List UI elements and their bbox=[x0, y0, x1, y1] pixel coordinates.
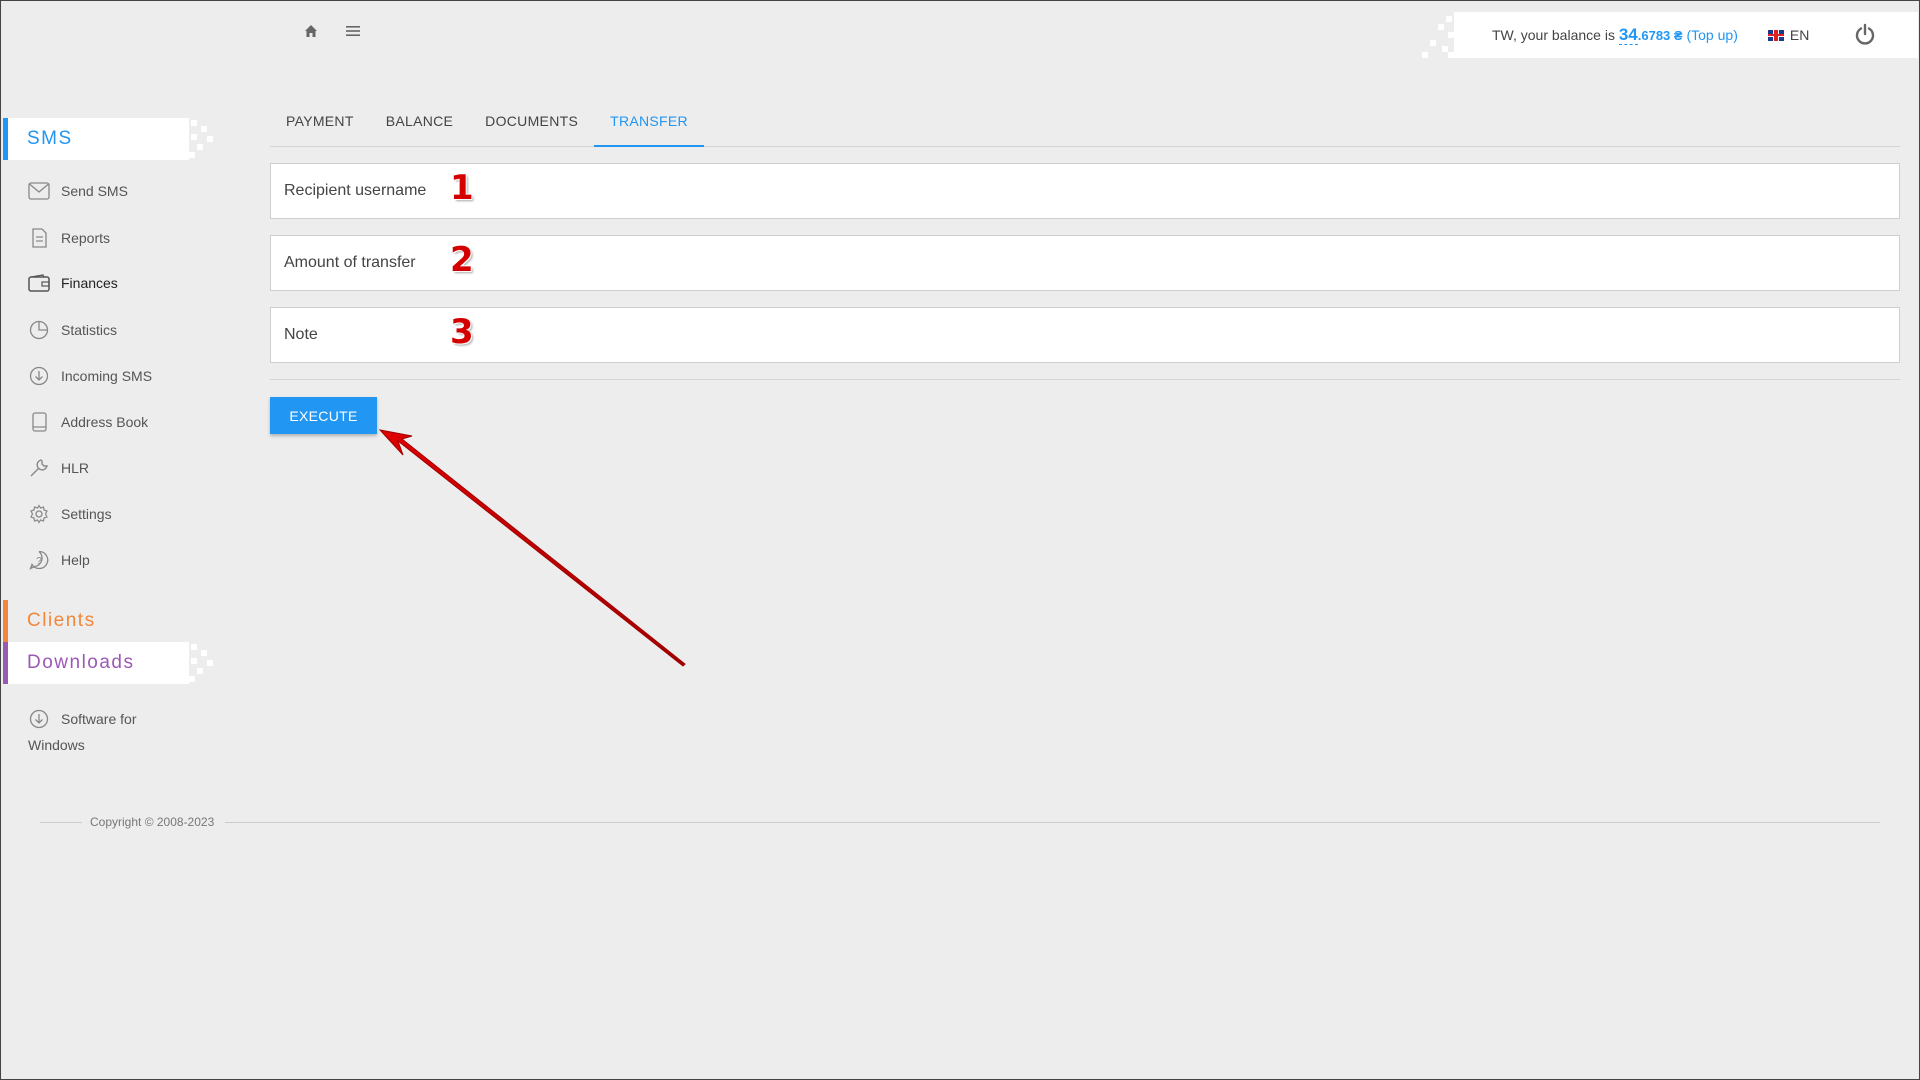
sidebar-item-help[interactable]: ? Help bbox=[28, 550, 90, 570]
note-label: Note bbox=[284, 326, 318, 343]
copyright-text: Copyright © 2008-2023 bbox=[90, 815, 215, 829]
recipient-username-input[interactable] bbox=[454, 164, 1899, 218]
language-selector[interactable]: EN bbox=[1767, 27, 1810, 43]
envelope-icon bbox=[28, 182, 50, 200]
note-input[interactable] bbox=[454, 308, 1899, 362]
sidebar-item-label: Incoming SMS bbox=[61, 368, 153, 384]
window-frame bbox=[0, 0, 1920, 1080]
section-stripe bbox=[3, 600, 8, 642]
section-label: Clients bbox=[27, 610, 96, 631]
sidebar-item-label: Settings bbox=[61, 506, 112, 522]
hamburger-menu-icon[interactable] bbox=[342, 20, 364, 42]
language-label: EN bbox=[1789, 27, 1810, 43]
sidebar-item-address-book[interactable]: Address Book bbox=[28, 412, 148, 432]
sidebar-item-send-sms[interactable]: Send SMS bbox=[28, 182, 128, 200]
wrench-icon bbox=[30, 459, 48, 477]
sidebar-item-finances[interactable]: Finances bbox=[28, 274, 118, 292]
section-stripe bbox=[3, 642, 8, 684]
footer-divider-right bbox=[225, 822, 1880, 823]
sidebar-item-label: Help bbox=[61, 552, 90, 568]
sidebar-item-settings[interactable]: Settings bbox=[28, 504, 112, 524]
section-label: Downloads bbox=[27, 652, 135, 673]
home-icon[interactable] bbox=[300, 20, 322, 42]
download-circle-icon bbox=[29, 709, 49, 729]
tab-transfer[interactable]: TRANSFER bbox=[594, 100, 704, 147]
tab-payment[interactable]: PAYMENT bbox=[270, 100, 370, 147]
wallet-icon bbox=[28, 274, 50, 292]
sidebar-section-downloads[interactable]: Downloads bbox=[3, 642, 213, 684]
section-stripe bbox=[3, 118, 8, 160]
pixel-decoration bbox=[183, 642, 213, 684]
topup-link[interactable]: Top up bbox=[1691, 27, 1733, 43]
svg-text:?: ? bbox=[36, 556, 42, 567]
sidebar-item-label: Send SMS bbox=[61, 183, 128, 199]
gear-icon bbox=[30, 504, 48, 524]
balance-decimal: .6783 ₴ bbox=[1637, 28, 1683, 43]
annotation-arrow bbox=[378, 429, 686, 667]
form-divider bbox=[270, 379, 1900, 380]
sidebar-item-reports[interactable]: Reports bbox=[28, 228, 110, 248]
recipient-username-label: Recipient username bbox=[284, 182, 427, 199]
book-icon bbox=[32, 412, 47, 432]
sidebar-item-label: HLR bbox=[61, 460, 90, 476]
balance-amount[interactable]: 34 bbox=[1618, 25, 1638, 45]
tab-documents[interactable]: DOCUMENTS bbox=[469, 100, 594, 147]
section-label: SMS bbox=[27, 128, 73, 149]
annotation-marker-1: 1 bbox=[450, 168, 474, 208]
note-field[interactable]: Note bbox=[270, 307, 1900, 363]
sidebar-item-incoming-sms[interactable]: Incoming SMS bbox=[28, 366, 152, 386]
sidebar-item-label: Reports bbox=[61, 230, 111, 246]
recipient-username-field[interactable]: Recipient username bbox=[270, 163, 1900, 219]
software-label-line2: Windows bbox=[28, 737, 85, 753]
sidebar-item-statistics[interactable]: Statistics bbox=[28, 320, 117, 340]
help-icon: ? bbox=[29, 550, 49, 570]
sidebar-item-hlr[interactable]: HLR bbox=[28, 458, 89, 478]
sidebar: SMS Send SMS Reports Finances Statistics… bbox=[0, 0, 260, 800]
sidebar-section-sms[interactable]: SMS bbox=[3, 118, 213, 160]
document-icon bbox=[32, 228, 47, 248]
balance-text: TW, your balance is 34.6783 ₴ (Top up) bbox=[1492, 25, 1738, 45]
execute-button[interactable]: EXECUTE bbox=[270, 397, 377, 434]
balance-panel: TW, your balance is 34.6783 ₴ (Top up) E… bbox=[1422, 12, 1918, 58]
pie-chart-icon bbox=[29, 320, 49, 340]
uk-flag-icon bbox=[1767, 29, 1784, 41]
sidebar-item-label: Statistics bbox=[61, 322, 118, 338]
sidebar-section-clients[interactable]: Clients bbox=[3, 600, 183, 642]
top-toolbar bbox=[300, 20, 364, 42]
download-circle-icon bbox=[29, 366, 49, 386]
sidebar-item-label: Address Book bbox=[61, 414, 149, 430]
sidebar-item-label: Finances bbox=[61, 275, 118, 291]
power-icon[interactable] bbox=[1854, 23, 1876, 48]
amount-input[interactable] bbox=[454, 236, 1899, 290]
pixel-decoration bbox=[1422, 12, 1466, 58]
amount-label: Amount of transfer bbox=[284, 254, 416, 271]
annotation-marker-2: 2 bbox=[450, 240, 474, 280]
finance-tabs: PAYMENT BALANCE DOCUMENTS TRANSFER bbox=[270, 100, 1900, 147]
footer-divider-left bbox=[40, 822, 82, 823]
pixel-decoration bbox=[183, 118, 213, 160]
software-label-line1: Software for bbox=[61, 711, 137, 727]
topup-paren-open: ( bbox=[1682, 27, 1692, 43]
sidebar-item-software-windows[interactable]: Software for Windows bbox=[28, 706, 168, 758]
balance-prefix: TW, your balance is bbox=[1492, 27, 1619, 43]
tab-balance[interactable]: BALANCE bbox=[370, 100, 469, 147]
annotation-marker-3: 3 bbox=[450, 312, 474, 352]
amount-field[interactable]: Amount of transfer bbox=[270, 235, 1900, 291]
topup-paren-close: ) bbox=[1733, 27, 1738, 43]
